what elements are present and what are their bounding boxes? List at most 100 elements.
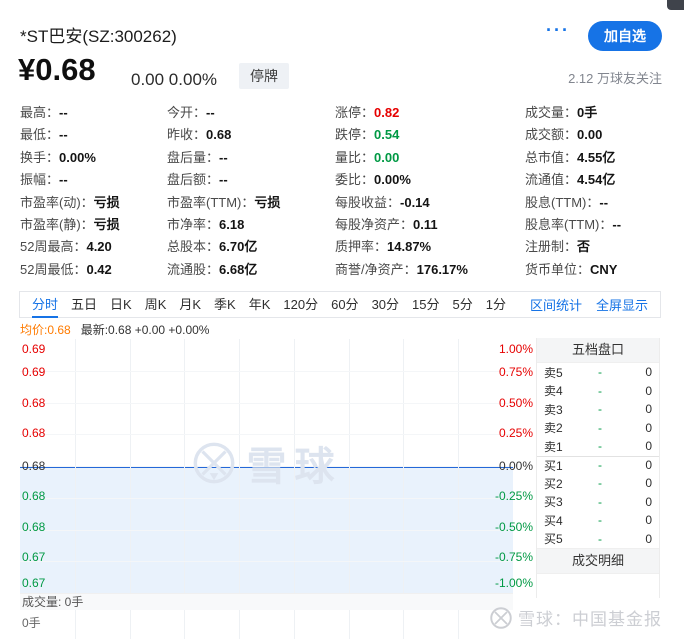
- footer-watermark: 雪球：中国基金报: [489, 605, 662, 630]
- stat-label: 52周最低：: [20, 261, 87, 277]
- stat-label: 质押率：: [335, 239, 388, 255]
- order-level-name: 卖4: [544, 384, 563, 399]
- stat-label: 每股净资产：: [335, 216, 414, 232]
- order-book-panel: 五档盘口 卖5 - 0 卖4 - 0 卖3 - 0 卖2 - 0 卖1 - 0 买1 - 0 买2 - 0 买3 - 0 买4 -…: [536, 338, 660, 598]
- stat-value: 0.54: [374, 127, 400, 143]
- stat-cell: 每股净资产：0.11: [335, 214, 525, 236]
- tab-item[interactable]: 120分: [283, 292, 318, 317]
- tab-item[interactable]: 分时: [32, 292, 59, 318]
- tab-item[interactable]: 五日: [71, 292, 97, 317]
- stat-cell: 市盈率(动)：亏损: [20, 192, 167, 214]
- stat-cell: 最低：--: [20, 124, 167, 146]
- chart-watermark-text: 雪球: [246, 445, 343, 490]
- tab-item[interactable]: 年K: [249, 292, 271, 317]
- order-level-volume: 0: [645, 458, 652, 473]
- xueqiu-logo-icon: [193, 443, 234, 484]
- fullscreen-link[interactable]: 全屏显示: [596, 295, 648, 314]
- add-watchlist-button[interactable]: 加自选: [588, 21, 662, 51]
- y-axis-percent-label: 0.75%: [498, 365, 533, 380]
- stat-cell: 市净率：6.18: [167, 214, 335, 236]
- order-level-volume: 0: [645, 513, 652, 528]
- stat-label: 市净率：: [167, 216, 220, 232]
- stats-grid: 最高：-- 今开：-- 涨停：0.82 成交量：0手 最低：-- 昨收：0.68 跌停：0.…: [20, 102, 664, 281]
- gridline-vertical: [458, 610, 460, 639]
- stat-value: 4.55亿: [577, 149, 616, 165]
- stat-value: 亏损: [93, 194, 120, 210]
- y-axis-percent-label: -0.75%: [494, 550, 533, 565]
- stat-cell: 每股收益：-0.14: [335, 192, 525, 214]
- order-level-volume: 0: [645, 531, 652, 546]
- y-axis-percent-label: -0.25%: [494, 489, 533, 504]
- y-axis-price-label: 0.69: [22, 342, 46, 357]
- followers-count: 2.12 万球友关注: [568, 71, 662, 86]
- y-axis-percent-label: 0.50%: [498, 395, 533, 410]
- stock-detail-page: *ST巴安(SZ:300262) ··· 加自选 ¥0.68 0.00 0.00…: [0, 0, 684, 639]
- stat-cell: 流通值：4.54亿: [525, 169, 664, 191]
- order-level-price: -: [598, 531, 602, 546]
- order-level-name: 卖3: [544, 402, 563, 417]
- tabbar-right-links: 区间统计 全屏显示: [530, 295, 648, 314]
- y-axis-price-label: 0.68: [22, 395, 46, 410]
- order-level-price: -: [598, 476, 602, 491]
- order-level-name: 买4: [544, 513, 563, 528]
- stat-value: CNY: [590, 261, 618, 277]
- order-level-price: -: [598, 458, 602, 473]
- order-level-volume: 0: [645, 402, 652, 417]
- tab-item[interactable]: 周K: [145, 292, 167, 317]
- stat-value: 6.18: [219, 216, 245, 232]
- tab-item[interactable]: 季K: [214, 292, 236, 317]
- order-level-volume: 0: [645, 420, 652, 435]
- stat-label: 量比：: [335, 149, 375, 165]
- stat-label: 总股本：: [167, 239, 220, 255]
- volume-axis-label: 0手: [22, 616, 41, 630]
- tab-item[interactable]: 30分: [372, 292, 399, 317]
- stat-label: 最高：: [20, 105, 60, 120]
- stat-label: 振幅：: [20, 172, 60, 188]
- order-book-row: 买5 - 0: [537, 530, 659, 549]
- stat-label: 注册制：: [525, 239, 578, 255]
- stat-cell: 跌停：0.54: [335, 124, 525, 146]
- stat-value: -0.14: [400, 194, 430, 210]
- intraday-chart[interactable]: 雪球 0.69 0.69 0.68 0.68 0.68 0.68 0.68 0.67 0.67 1…: [20, 339, 533, 593]
- range-statistics-link[interactable]: 区间统计: [530, 295, 582, 314]
- stat-label: 市盈率(静)：: [20, 216, 94, 232]
- stat-cell: 52周最高：4.20: [20, 236, 167, 258]
- trade-detail-title[interactable]: 成交明细: [537, 548, 659, 574]
- more-options-button[interactable]: ···: [546, 20, 570, 41]
- gridline-horizontal: [20, 402, 513, 404]
- stat-cell: 振幅：--: [20, 169, 167, 191]
- tab-item[interactable]: 15分: [412, 292, 439, 317]
- stat-value: 0.68: [206, 127, 232, 143]
- tab-item[interactable]: 1分: [486, 292, 506, 317]
- tab-item[interactable]: 日K: [110, 292, 132, 317]
- stat-cell: 最高：--: [20, 102, 167, 124]
- y-axis-percent-label: 0.25%: [498, 425, 533, 440]
- stat-cell: 52周最低：0.42: [20, 259, 167, 281]
- order-level-volume: 0: [645, 383, 652, 398]
- stat-cell: 质押率：14.87%: [335, 236, 525, 258]
- tab-item[interactable]: 5分: [453, 292, 473, 317]
- order-level-name: 买2: [544, 476, 563, 491]
- corner-widget[interactable]: [667, 0, 684, 10]
- stat-label: 52周最高：: [20, 239, 87, 255]
- stat-label: 股息率(TTM)：: [525, 216, 613, 232]
- volume-label-strip: 成交量: 0手: [20, 593, 513, 610]
- order-level-name: 卖2: [544, 421, 563, 436]
- gridline-horizontal: [20, 497, 513, 499]
- order-book-rows: 卖5 - 0 卖4 - 0 卖3 - 0 卖2 - 0 卖1 - 0 买1 - 0 买2 - 0 买3 - 0 买4 - 0 买5 - 0: [537, 363, 659, 548]
- y-axis-percent-label: -1.00%: [494, 575, 533, 590]
- tab-item[interactable]: 60分: [331, 292, 358, 317]
- order-level-volume: 0: [645, 439, 652, 454]
- chart-period-tabbar: 分时 五日 日K 周K 月K 季K 年K 120分 60分 30分 15分 5分 1分 区间统计 全屏显…: [19, 291, 661, 318]
- order-book-row: 卖2 - 0: [537, 419, 659, 438]
- volume-chart[interactable]: 0手: [20, 610, 513, 639]
- stat-label: 市盈率(TTM)：: [167, 194, 255, 210]
- tab-item[interactable]: 月K: [179, 292, 201, 317]
- y-axis-price-label: 0.68: [22, 425, 46, 440]
- gridline-vertical: [348, 610, 350, 639]
- stat-label: 换手：: [20, 149, 60, 165]
- stat-value: 14.87%: [387, 239, 432, 255]
- stat-cell: 市盈率(静)：亏损: [20, 214, 167, 236]
- stat-value: 4.54亿: [577, 172, 616, 188]
- stat-label: 每股收益：: [335, 194, 401, 210]
